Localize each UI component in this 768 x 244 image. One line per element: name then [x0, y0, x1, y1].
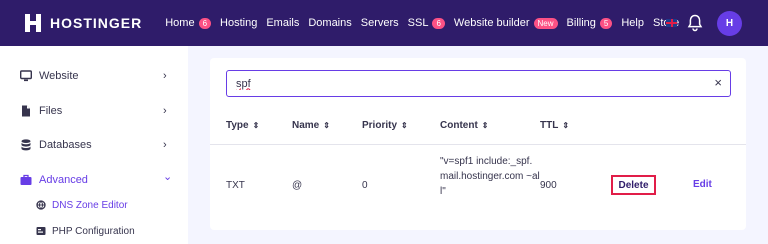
dns-icon [36, 200, 46, 210]
column-header-name[interactable]: Name ⇕ [292, 120, 330, 131]
nav-website-builder-badge: New [533, 17, 558, 29]
nav-billing[interactable]: Billing 5 [567, 17, 613, 29]
column-header-priority[interactable]: Priority ⇕ [362, 120, 408, 131]
briefcase-icon [20, 174, 32, 185]
nav-website-builder[interactable]: Website builder New [454, 17, 558, 29]
sort-icon: ⇕ [562, 121, 570, 130]
nav-home-badge: 6 [198, 17, 212, 29]
file-icon [22, 105, 30, 117]
sidebar: Website › Files › Databases › Advanced ⌄… [0, 46, 188, 244]
sidebar-item-advanced[interactable]: Advanced ⌄ [0, 170, 188, 190]
cell-priority: 0 [362, 180, 368, 191]
cell-ttl: 900 [540, 180, 557, 191]
sidebar-item-label: Advanced [39, 174, 88, 186]
table-divider [210, 144, 746, 145]
sidebar-subitem-php-configuration[interactable]: PHP Configuration [0, 222, 188, 240]
nav-servers[interactable]: Servers [361, 17, 399, 29]
column-header-ttl[interactable]: TTL ⇕ [540, 120, 569, 131]
close-icon[interactable]: × [714, 76, 722, 90]
sidebar-item-label: Databases [39, 139, 92, 151]
nav-ssl-badge: 6 [432, 17, 445, 29]
cell-content: "v=spf1 include:_spf.mail.hostinger.com … [440, 156, 540, 197]
sidebar-item-website[interactable]: Website › [0, 66, 188, 86]
sort-icon: ⇕ [252, 121, 260, 130]
edit-button[interactable]: Edit [693, 179, 712, 190]
sidebar-subitem-dns-zone-editor[interactable]: DNS Zone Editor [0, 196, 188, 214]
sidebar-item-label: Files [39, 105, 63, 117]
chevron-right-icon: › [163, 139, 167, 151]
top-right-controls: H [666, 0, 742, 46]
database-icon [21, 139, 31, 151]
sort-icon: ⇕ [401, 121, 408, 130]
sidebar-item-files[interactable]: Files › [0, 101, 188, 121]
sort-icon: ⇕ [481, 121, 489, 130]
hostinger-logo[interactable]: HOSTINGER [24, 14, 142, 32]
hostinger-logo-icon [24, 14, 42, 32]
main-nav: Home 6 Hosting Emails Domains Servers SSL… [165, 17, 688, 29]
language-flag-icon[interactable] [666, 19, 677, 27]
sort-icon: ⇕ [323, 121, 330, 130]
chevron-right-icon: › [163, 105, 167, 117]
sidebar-subitem-label: DNS Zone Editor [52, 199, 128, 211]
bell-icon[interactable] [687, 14, 703, 32]
cell-name: @ [292, 180, 303, 191]
sidebar-item-databases[interactable]: Databases › [0, 135, 188, 155]
sidebar-item-label: Website [39, 70, 79, 82]
nav-help[interactable]: Help [621, 17, 644, 29]
nav-emails[interactable]: Emails [266, 17, 299, 29]
monitor-icon [20, 70, 32, 82]
brand-name: HOSTINGER [50, 15, 143, 31]
chevron-right-icon: › [163, 70, 167, 82]
chevron-down-icon: ⌄ [163, 171, 173, 183]
php-icon [36, 227, 46, 235]
search-input[interactable] [236, 76, 696, 91]
sidebar-subitem-label: PHP Configuration [52, 225, 135, 237]
nav-billing-badge: 5 [599, 17, 613, 29]
search-box: × [226, 70, 731, 97]
column-header-content[interactable]: Content ⇕ [440, 120, 488, 131]
column-header-type[interactable]: Type ⇕ [226, 120, 259, 131]
nav-ssl[interactable]: SSL 6 [408, 17, 445, 29]
delete-button[interactable]: Delete [611, 175, 656, 195]
avatar[interactable]: H [717, 10, 742, 36]
nav-domains[interactable]: Domains [308, 17, 351, 29]
top-navigation-bar: HOSTINGER Home 6 Hosting Emails Domains S… [0, 0, 768, 46]
nav-home[interactable]: Home 6 [165, 17, 212, 29]
dns-records-card: × Type⇕ Name⇕ Priority⇕ Content⇕ TTL⇕ TX… [210, 58, 746, 230]
cell-type: TXT [226, 180, 245, 191]
nav-hosting[interactable]: Hosting [220, 17, 257, 29]
